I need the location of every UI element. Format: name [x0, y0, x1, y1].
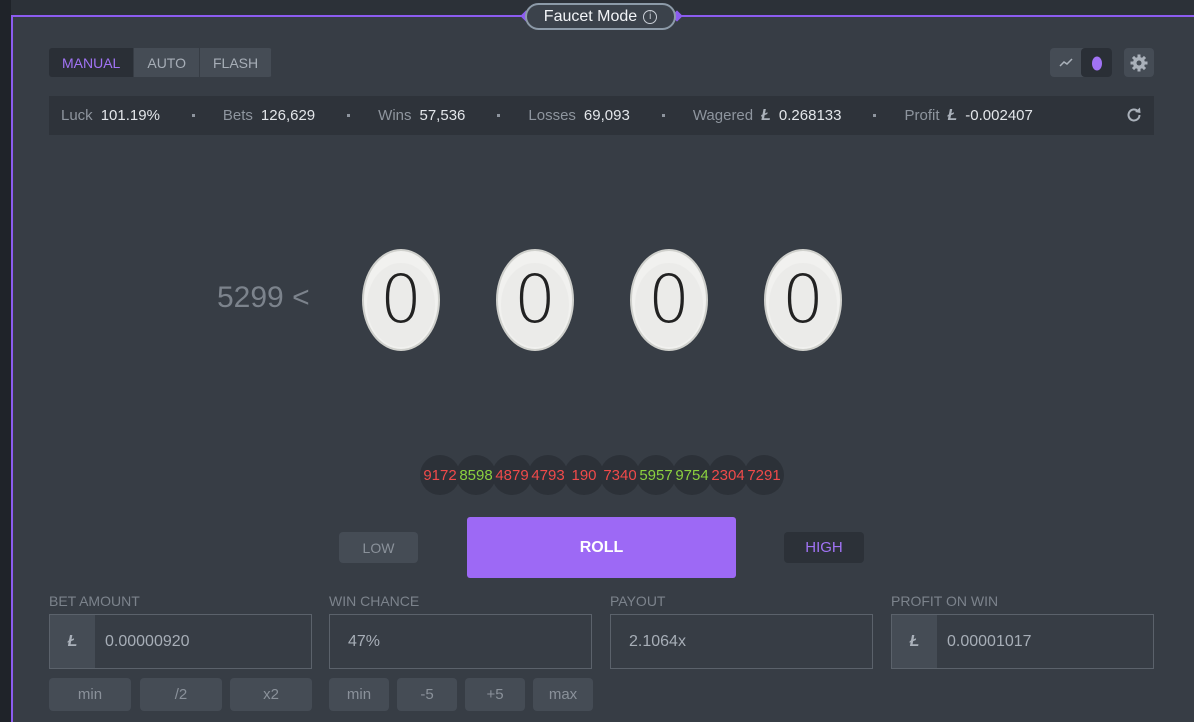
view-toggle [1050, 48, 1112, 77]
history-item[interactable]: 7291 [744, 455, 784, 495]
chance-plus5-button[interactable]: +5 [465, 678, 525, 711]
stat-losses: Losses 69,093 [528, 107, 629, 124]
stat-luck: Luck 101.19% [61, 107, 160, 124]
stat-wins: Wins 57,536 [378, 107, 465, 124]
bet-amount-field[interactable]: Ł [49, 614, 312, 669]
bets-label: Bets [222, 107, 253, 124]
faucet-mode-label: Faucet Mode [543, 7, 638, 25]
litecoin-icon: Ł [50, 615, 95, 668]
payout-label: PAYOUT [610, 593, 666, 609]
bets-value: 126,629 [260, 107, 316, 124]
roll-target: 5299 < [217, 281, 310, 314]
chart-icon [1058, 57, 1073, 67]
luck-value: 101.19% [100, 107, 160, 124]
separator [347, 114, 351, 117]
roll-history: 9172 8598 4879 4793 190 7340 5957 9754 2… [420, 455, 784, 495]
history-item[interactable]: 8598 [456, 455, 496, 495]
chance-minus5-button[interactable]: -5 [397, 678, 457, 711]
history-item[interactable]: 2304 [708, 455, 748, 495]
bet-amount-label: BET AMOUNT [49, 593, 140, 609]
egg-view-button[interactable] [1081, 48, 1112, 77]
litecoin-icon: Ł [761, 106, 771, 124]
wins-value: 57,536 [419, 107, 466, 124]
win-chance-input[interactable] [348, 632, 591, 651]
litecoin-icon: Ł [892, 615, 937, 668]
tab-flash[interactable]: FLASH [200, 48, 273, 77]
history-item[interactable]: 9172 [420, 455, 460, 495]
chance-min-button[interactable]: min [329, 678, 389, 711]
info-icon[interactable]: i [643, 9, 658, 24]
stat-profit: Profit Ł -0.002407 [904, 107, 1032, 125]
egg-digit-value: 0 [782, 261, 824, 338]
egg-digit-value: 0 [380, 261, 422, 338]
bet-half-button[interactable]: /2 [140, 678, 222, 711]
bet-double-button[interactable]: x2 [230, 678, 312, 711]
stat-wagered: Wagered Ł 0.268133 [693, 107, 842, 125]
bet-amount-input[interactable] [105, 632, 311, 651]
losses-label: Losses [528, 107, 576, 124]
history-item[interactable]: 4879 [492, 455, 532, 495]
egg-digit: 0 [763, 243, 843, 353]
egg-digit: 0 [495, 243, 575, 353]
win-chance-field[interactable] [329, 614, 592, 669]
history-item[interactable]: 5957 [636, 455, 676, 495]
faucet-mode-badge[interactable]: Faucet Mode i [525, 3, 676, 30]
egg-icon [1091, 56, 1102, 70]
luck-label: Luck [61, 107, 93, 124]
settings-button[interactable] [1124, 48, 1154, 77]
mode-tabs: MANUAL AUTO FLASH [49, 48, 273, 77]
profit-on-win-input[interactable] [947, 632, 1153, 651]
payout-input[interactable] [629, 632, 872, 651]
stat-bets: Bets 126,629 [223, 107, 315, 124]
profit-on-win-label: PROFIT ON WIN [891, 593, 999, 609]
history-item[interactable]: 190 [564, 455, 604, 495]
win-chance-label: WIN CHANCE [329, 593, 420, 609]
history-item[interactable]: 7340 [600, 455, 640, 495]
separator [873, 114, 877, 117]
litecoin-icon: Ł [947, 106, 958, 124]
litecoin-symbol: Ł [67, 632, 78, 650]
bet-min-button[interactable]: min [49, 678, 131, 711]
separator [191, 114, 195, 117]
separator [661, 114, 665, 117]
history-item[interactable]: 9754 [672, 455, 712, 495]
profit-on-win-field[interactable]: Ł [891, 614, 1154, 669]
stats-bar: Luck 101.19% Bets 126,629 Wins 57,536 Lo… [49, 96, 1154, 135]
egg-digit: 0 [361, 243, 441, 353]
refresh-icon[interactable] [1125, 106, 1143, 128]
tab-manual[interactable]: MANUAL [49, 48, 135, 77]
tab-auto[interactable]: AUTO [134, 48, 200, 77]
losses-value: 69,093 [583, 107, 630, 124]
egg-digit-value: 0 [514, 261, 556, 338]
chart-view-button[interactable] [1050, 48, 1081, 77]
chance-max-button[interactable]: max [533, 678, 593, 711]
payout-field[interactable] [610, 614, 873, 669]
wins-label: Wins [378, 107, 412, 124]
gear-icon [1130, 54, 1148, 71]
wagered-value: 0.268133 [778, 107, 842, 124]
roll-button[interactable]: ROLL [467, 517, 736, 578]
profit-value: -0.002407 [965, 107, 1033, 124]
wagered-label: Wagered [692, 107, 754, 124]
history-item[interactable]: 4793 [528, 455, 568, 495]
separator [497, 114, 501, 117]
background-left [0, 0, 11, 722]
egg-digit: 0 [629, 243, 709, 353]
low-button[interactable]: LOW [339, 532, 418, 563]
litecoin-symbol: Ł [909, 632, 920, 650]
high-button[interactable]: HIGH [784, 532, 864, 563]
profit-label: Profit [904, 107, 940, 124]
egg-digit-value: 0 [648, 261, 690, 338]
